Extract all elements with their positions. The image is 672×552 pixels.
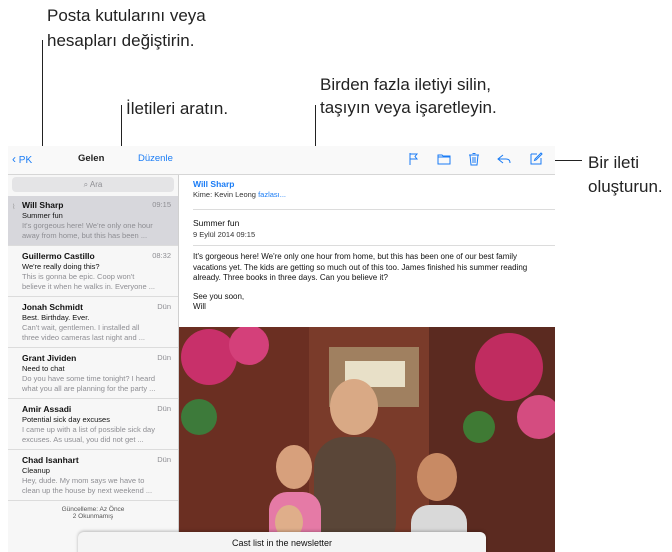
navigation-bar: ‹ PK Gelen Düzenle [8, 146, 555, 175]
body-signature: Will [193, 302, 206, 311]
paperclip-icon: ⌇ [12, 204, 16, 211]
mail-app-screen: ⌕ Ara ⌇ Will Sharp 09:15 Summer fun It's… [8, 146, 555, 552]
detail-date: 9 Eylül 2014 09:15 [193, 230, 256, 239]
reply-icon[interactable] [496, 151, 512, 167]
message-sender: Amir Assadi [22, 404, 72, 414]
list-item[interactable]: Chad Isanhart Dün Cleanup Hey, dude. My … [8, 451, 178, 501]
body-signoff: See you soon, [193, 291, 245, 301]
callout-search: İletileri aratın. [126, 99, 229, 118]
detail-recipients: Kime: Kevin Leong fazlası... [193, 190, 286, 199]
message-sender: Chad Isanhart [22, 455, 79, 465]
divider [193, 245, 555, 246]
message-sender: Jonah Schmidt [22, 302, 83, 312]
callout-line-mailbox [42, 40, 43, 150]
edit-button[interactable]: Düzenle [138, 153, 173, 164]
attached-photo [179, 327, 555, 552]
message-subject: Cleanup [22, 466, 50, 475]
callout-compose-line1: Bir ileti [588, 153, 640, 172]
list-item[interactable]: Guillermo Castillo 08:32 We're really do… [8, 247, 178, 297]
callout-switch-mailbox-line1: Posta kutularını veya [47, 6, 206, 25]
trash-icon[interactable] [466, 151, 482, 167]
message-subject: We're really doing this? [22, 262, 100, 271]
callout-delete-move-line1: Birden fazla iletiyi silin, [320, 75, 492, 94]
flag-icon[interactable] [406, 151, 422, 167]
message-subject: Potential sick day excuses [22, 415, 110, 424]
more-recipients-link[interactable]: fazlası... [258, 190, 286, 199]
message-preview: Hey, dude. My mom says we have to [22, 476, 145, 485]
message-preview: Do you have some time tonight? I heard [22, 374, 155, 383]
list-item[interactable]: ⌇ Will Sharp 09:15 Summer fun It's gorge… [8, 196, 178, 246]
list-item[interactable]: Jonah Schmidt Dün Best. Birthday. Ever. … [8, 298, 178, 348]
list-item[interactable]: Amir Assadi Dün Potential sick day excus… [8, 400, 178, 450]
message-list-pane: ⌕ Ara ⌇ Will Sharp 09:15 Summer fun It's… [8, 146, 179, 552]
message-preview: clean up the house by next weekend ... [22, 486, 153, 495]
message-preview: three video cameras last night and ... [22, 333, 145, 342]
detail-sender[interactable]: Will Sharp [193, 179, 234, 189]
draft-title: Cast list in the newsletter [231, 538, 333, 548]
message-sender: Will Sharp [22, 200, 64, 210]
body-paragraph: It's gorgeous here! We're only one hour … [193, 252, 528, 282]
search-placeholder: Ara [89, 180, 103, 189]
back-label: PK [18, 155, 33, 166]
message-preview: I came up with a list of possible sick d… [22, 425, 155, 434]
message-sender: Guillermo Castillo [22, 251, 95, 261]
message-preview: Can't wait, gentlemen. I installed all [22, 323, 140, 332]
message-date: 09:15 [152, 200, 171, 209]
message-subject: Summer fun [22, 211, 63, 220]
family-photo-image [179, 327, 555, 552]
detail-subject: Summer fun [193, 218, 240, 228]
list-footer: Güncelleme: Az Önce 2 Okunmamış [8, 506, 178, 526]
message-subject: Best. Birthday. Ever. [22, 313, 90, 322]
recipients-text: Kime: Kevin Leong [193, 190, 256, 199]
mailbox-title: Gelen [78, 153, 105, 164]
message-preview: what you all are planning for the party … [22, 384, 156, 393]
divider [193, 209, 555, 210]
message-date: Dün [157, 353, 171, 362]
message-date: 08:32 [152, 251, 171, 260]
message-sender: Grant Jividen [22, 353, 77, 363]
message-preview: This is gonna be epic. Coop won't [22, 272, 135, 281]
callout-delete-move-line2: taşıyın veya işaretleyin. [320, 98, 497, 117]
unread-count: 2 Okunmamış [72, 513, 114, 520]
callout-switch-mailbox-line2: hesapları değiştirin. [47, 31, 195, 50]
message-date: Dün [157, 455, 171, 464]
callout-compose-line2: oluşturun. [588, 177, 663, 196]
search-field[interactable]: ⌕ Ara [12, 177, 174, 192]
chevron-left-icon: ‹ [12, 152, 16, 166]
updated-status: Güncelleme: Az Önce [61, 506, 125, 513]
message-preview: It's gorgeous here! We're only one hour [22, 221, 153, 230]
folder-icon[interactable] [436, 151, 452, 167]
message-subject: Need to chat [22, 364, 65, 373]
compose-icon[interactable] [528, 151, 544, 167]
back-to-mailboxes-button[interactable]: ‹ PK [12, 152, 32, 166]
search-icon: ⌕ [83, 180, 89, 189]
message-date: Dün [157, 404, 171, 413]
message-preview: away from home, but this has been ... [22, 231, 148, 240]
draft-sheet[interactable]: Cast list in the newsletter [78, 532, 486, 552]
detail-body: It's gorgeous here! We're only one hour … [193, 252, 548, 313]
list-item[interactable]: Grant Jividen Dün Need to chat Do you ha… [8, 349, 178, 399]
message-date: Dün [157, 302, 171, 311]
message-preview: excuses. As usual, you did not get ... [22, 435, 144, 444]
message-preview: believe it when he walks in. Everyone ..… [22, 282, 155, 291]
